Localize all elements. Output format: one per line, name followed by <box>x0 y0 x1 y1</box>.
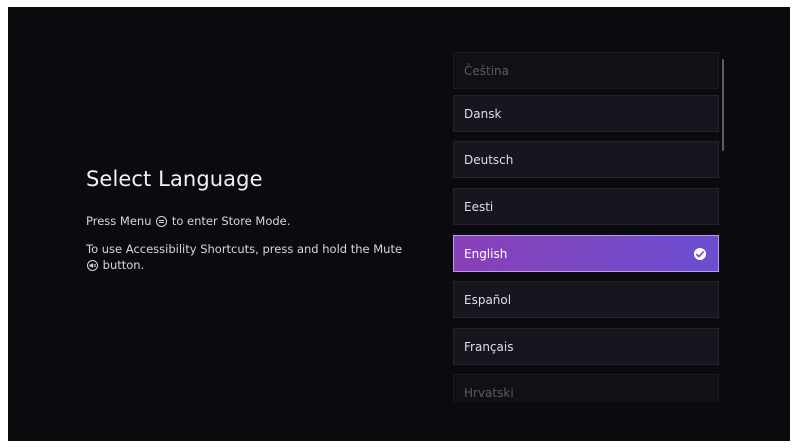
language-label: Deutsch <box>464 152 514 167</box>
accessibility-text-start: To use Accessibility Shortcuts, press an… <box>86 242 403 256</box>
language-label: English <box>464 246 508 261</box>
store-mode-text-end: to enter Store Mode. <box>171 214 291 228</box>
tv-screen: Select Language Press Menu to enter Stor… <box>8 7 790 441</box>
language-list[interactable]: Čeština Dansk Deutsch Eesti English Espa… <box>453 52 719 402</box>
page-title: Select Language <box>86 167 263 191</box>
list-scrollbar[interactable] <box>722 59 724 151</box>
store-mode-text-start: Press Menu <box>86 214 152 228</box>
language-label: Dansk <box>464 106 502 121</box>
language-label: Hrvatski <box>464 385 514 400</box>
accessibility-text-end: button. <box>102 258 145 272</box>
language-option-cestina[interactable]: Čeština <box>453 52 719 89</box>
mute-button-icon <box>87 260 98 271</box>
store-mode-instruction: Press Menu to enter Store Mode. <box>86 213 406 229</box>
language-label: Čeština <box>464 63 510 78</box>
language-label: Français <box>464 339 514 354</box>
accessibility-instruction: To use Accessibility Shortcuts, press an… <box>86 241 406 273</box>
language-option-espanol[interactable]: Español <box>453 281 719 318</box>
language-option-deutsch[interactable]: Deutsch <box>453 141 719 178</box>
language-label: Español <box>464 292 512 307</box>
language-option-eesti[interactable]: Eesti <box>453 188 719 225</box>
info-panel: Select Language Press Menu to enter Stor… <box>86 167 406 285</box>
checkmark-circle-icon <box>694 248 706 260</box>
menu-button-icon <box>156 216 168 227</box>
language-option-dansk[interactable]: Dansk <box>453 95 719 132</box>
language-option-francais[interactable]: Français <box>453 328 719 365</box>
language-option-hrvatski[interactable]: Hrvatski <box>453 374 719 402</box>
language-label: Eesti <box>464 199 494 214</box>
language-option-english[interactable]: English <box>453 235 719 272</box>
